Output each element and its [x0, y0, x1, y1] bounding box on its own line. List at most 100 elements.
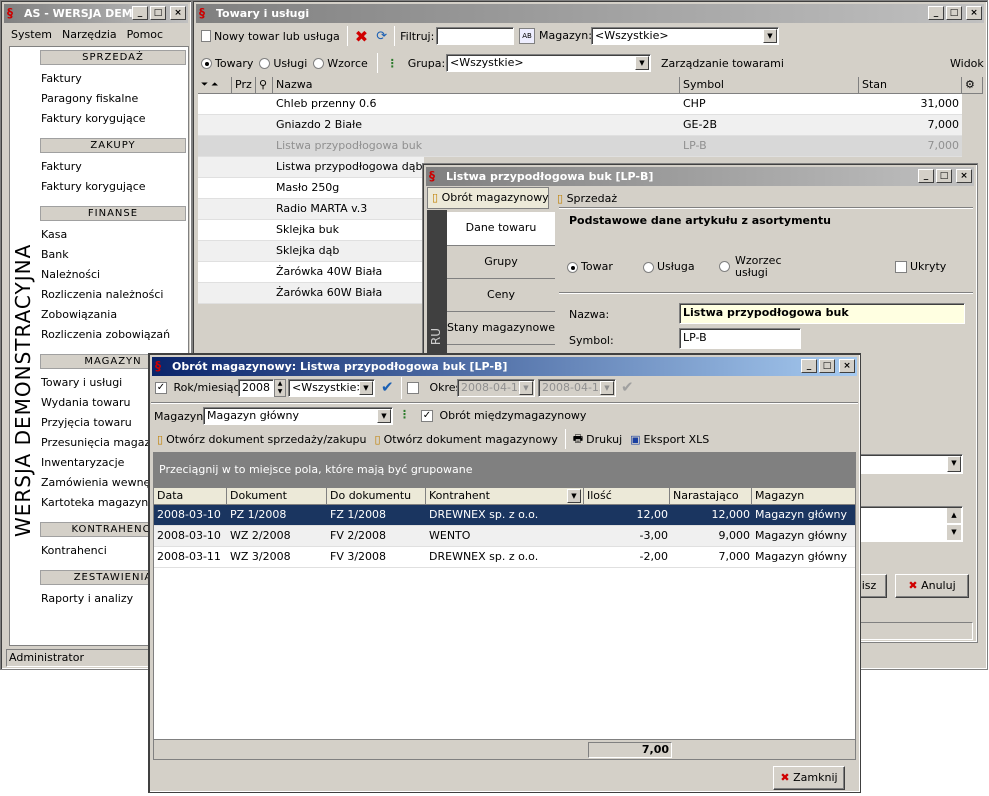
new-goods-button[interactable]: Nowy towar lub usługa [197, 30, 344, 43]
filter-input[interactable] [436, 27, 514, 45]
table-row[interactable]: Radio MARTA v.3 [198, 199, 424, 220]
checkbox-hidden[interactable]: Ukryty [895, 260, 946, 273]
side-tab-stock-levels[interactable]: Stany magazynowe [447, 312, 555, 345]
chevron-down-icon[interactable]: ▼ [600, 381, 614, 395]
table-row[interactable]: Żarówka 60W Biała [198, 283, 424, 304]
col-pin-icon[interactable]: ⚲ [256, 77, 273, 94]
filter-apply-icon[interactable]: AB [519, 28, 535, 44]
apply-period-icon[interactable]: ✔ [621, 378, 634, 396]
radio-services[interactable]: Usługi [259, 57, 307, 70]
chevron-down-icon[interactable]: ▼ [377, 409, 391, 423]
chevron-down-icon[interactable]: ▼ [947, 456, 961, 472]
nav-warehouse-cards[interactable]: Kartoteka magazynów [41, 496, 164, 509]
manage-goods-link[interactable]: Zarządzanie towarami [661, 57, 784, 70]
delete-icon[interactable]: ✖ [351, 27, 372, 46]
nav-internal-orders[interactable]: Zamówienia wewnętrz [41, 476, 165, 489]
col-config-icon[interactable]: ⚙ [962, 77, 983, 94]
col-stock[interactable]: Stan [859, 77, 962, 94]
goods-window-titlebar[interactable]: § Towary i usługi _ □ × [196, 4, 984, 23]
nav-purchase-invoices[interactable]: Faktury [41, 160, 82, 173]
warehouse-tree-icon[interactable]: ⋮ [399, 408, 410, 421]
radio-type-service[interactable]: Usługa [643, 260, 695, 273]
table-row[interactable]: Chleb przenny 0.6 CHP 31,000 [198, 94, 962, 115]
col-prz[interactable]: Prz [232, 77, 256, 94]
nav-contractors[interactable]: Kontrahenci [41, 544, 107, 557]
col-symbol[interactable]: Symbol [680, 77, 859, 94]
nav-receivables-settlement[interactable]: Rozliczenia należności [41, 288, 163, 301]
maximize-button[interactable]: □ [936, 169, 952, 183]
view-link[interactable]: Widok [950, 57, 984, 70]
nav-goods-services[interactable]: Towary i usługi [41, 376, 122, 389]
nav-fiscal-receipts[interactable]: Paragony fiskalne [41, 92, 138, 105]
col-contractor[interactable]: Kontrahent ▼ [426, 488, 584, 505]
nav-receipts[interactable]: Przyjęcia towaru [41, 416, 132, 429]
group-tree-icon[interactable]: ⋮ [387, 57, 398, 70]
radio-templates[interactable]: Wzorce [313, 57, 368, 70]
radio-type-goods[interactable]: Towar [567, 260, 613, 273]
col-warehouse[interactable]: Magazyn [752, 488, 855, 505]
table-row[interactable]: Żarówka 40W Biała [198, 262, 424, 283]
scroll-down-icon[interactable]: ▼ [947, 525, 961, 540]
group-by-area[interactable]: Przeciągnij w to miejsce pola, które maj… [154, 453, 855, 488]
scroll-up-icon[interactable]: ▲ [947, 508, 961, 523]
month-select[interactable]: <Wszystkie> ▼ [288, 379, 375, 397]
year-month-toggle[interactable]: ✓ Rok/miesiąc: [155, 381, 243, 394]
inter-warehouse-toggle[interactable]: ✓ Obrót międzymagazynowy [421, 409, 586, 422]
table-row[interactable]: 2008-03-11 WZ 3/2008 FV 3/2008 DREWNEX s… [154, 547, 855, 568]
nav-sales-invoices[interactable]: Faktury [41, 72, 82, 85]
article-notes-field[interactable]: ▲ ▼ [855, 506, 963, 542]
side-tab-item-data[interactable]: Dane towaru [447, 212, 555, 246]
menu-help[interactable]: Pomoc [127, 28, 163, 41]
chevron-down-icon[interactable]: ▼ [359, 381, 373, 395]
table-row[interactable]: Masło 250g [198, 178, 424, 199]
chevron-down-icon[interactable]: ▼ [567, 489, 581, 503]
minimize-button[interactable]: _ [928, 6, 944, 20]
menu-system[interactable]: System [11, 28, 52, 41]
chevron-down-icon[interactable]: ▼ [763, 29, 777, 43]
col-cumulative[interactable]: Narastająco [670, 488, 752, 505]
table-row[interactable]: Sklejka dąb [198, 241, 424, 262]
date-to-field[interactable]: 2008-04-13 ▼ [538, 379, 616, 397]
minimize-button[interactable]: _ [801, 359, 817, 373]
article-window-titlebar[interactable]: § Listwa przypodłogowa buk [LP-B] _ □ × [426, 167, 974, 186]
radio-type-template[interactable]: Wzorzec usługi [719, 255, 783, 279]
close-button[interactable]: × [839, 359, 855, 373]
maximize-button[interactable]: □ [946, 6, 962, 20]
open-warehouse-doc-button[interactable]: ▯ Otwórz dokument magazynowy [371, 433, 562, 446]
chevron-down-icon[interactable]: ▼ [635, 56, 649, 70]
article-select-field[interactable]: ▼ [855, 454, 963, 474]
open-sales-doc-button[interactable]: ▯ Otwórz dokument sprzedaży/zakupu [153, 433, 371, 446]
nav-reports[interactable]: Raporty i analizy [41, 592, 133, 605]
export-xls-button[interactable]: ▣ Eksport XLS [626, 433, 713, 446]
tab-stock-turnover[interactable]: ▯ Obrót magazynowy [427, 187, 549, 209]
close-button[interactable]: × [956, 169, 972, 183]
year-field[interactable]: 2008 [238, 379, 274, 397]
nav-bank[interactable]: Bank [41, 248, 69, 261]
apply-check-icon[interactable]: ✔ [381, 378, 394, 396]
nav-liabilities[interactable]: Zobowiązania [41, 308, 117, 321]
col-name[interactable]: Nazwa [273, 77, 680, 94]
cancel-button[interactable]: ✖ Anuluj [895, 574, 969, 598]
col-quantity[interactable]: Ilość [584, 488, 670, 505]
warehouse-select[interactable]: <Wszystkie> ▼ [591, 27, 779, 45]
side-tab-groups[interactable]: Grupy [447, 246, 555, 279]
menu-tools[interactable]: Narzędzia [62, 28, 117, 41]
maximize-button[interactable]: □ [819, 359, 835, 373]
nav-sales-corrections[interactable]: Faktury korygujące [41, 112, 146, 125]
table-row[interactable]: Sklejka buk [198, 220, 424, 241]
table-row[interactable]: 2008-03-10 WZ 2/2008 FV 2/2008 WENTO -3,… [154, 526, 855, 547]
tab-sales[interactable]: ▯ Sprzedaż [557, 189, 617, 209]
main-window-titlebar[interactable]: § AS - WERSJA DEM... _ □ × [4, 4, 188, 23]
refresh-icon[interactable]: ⟳ [372, 29, 391, 44]
close-window-button[interactable]: ✖ Zamknij [773, 766, 845, 790]
nav-cash[interactable]: Kasa [41, 228, 67, 241]
minimize-button[interactable]: _ [918, 169, 934, 183]
print-button[interactable]: 🖶 Drukuj [569, 430, 626, 449]
maximize-button[interactable]: □ [150, 6, 166, 20]
year-spinner[interactable]: ▲ ▼ [274, 379, 286, 397]
col-icons[interactable]: ⏷ ⏶ [198, 77, 232, 94]
nav-purchase-corrections[interactable]: Faktury korygujące [41, 180, 146, 193]
table-row-selected[interactable]: 2008-03-10 PZ 1/2008 FZ 1/2008 DREWNEX s… [154, 505, 855, 526]
side-tab-prices[interactable]: Ceny [447, 279, 555, 312]
group-select[interactable]: <Wszystkie> ▼ [446, 54, 651, 72]
